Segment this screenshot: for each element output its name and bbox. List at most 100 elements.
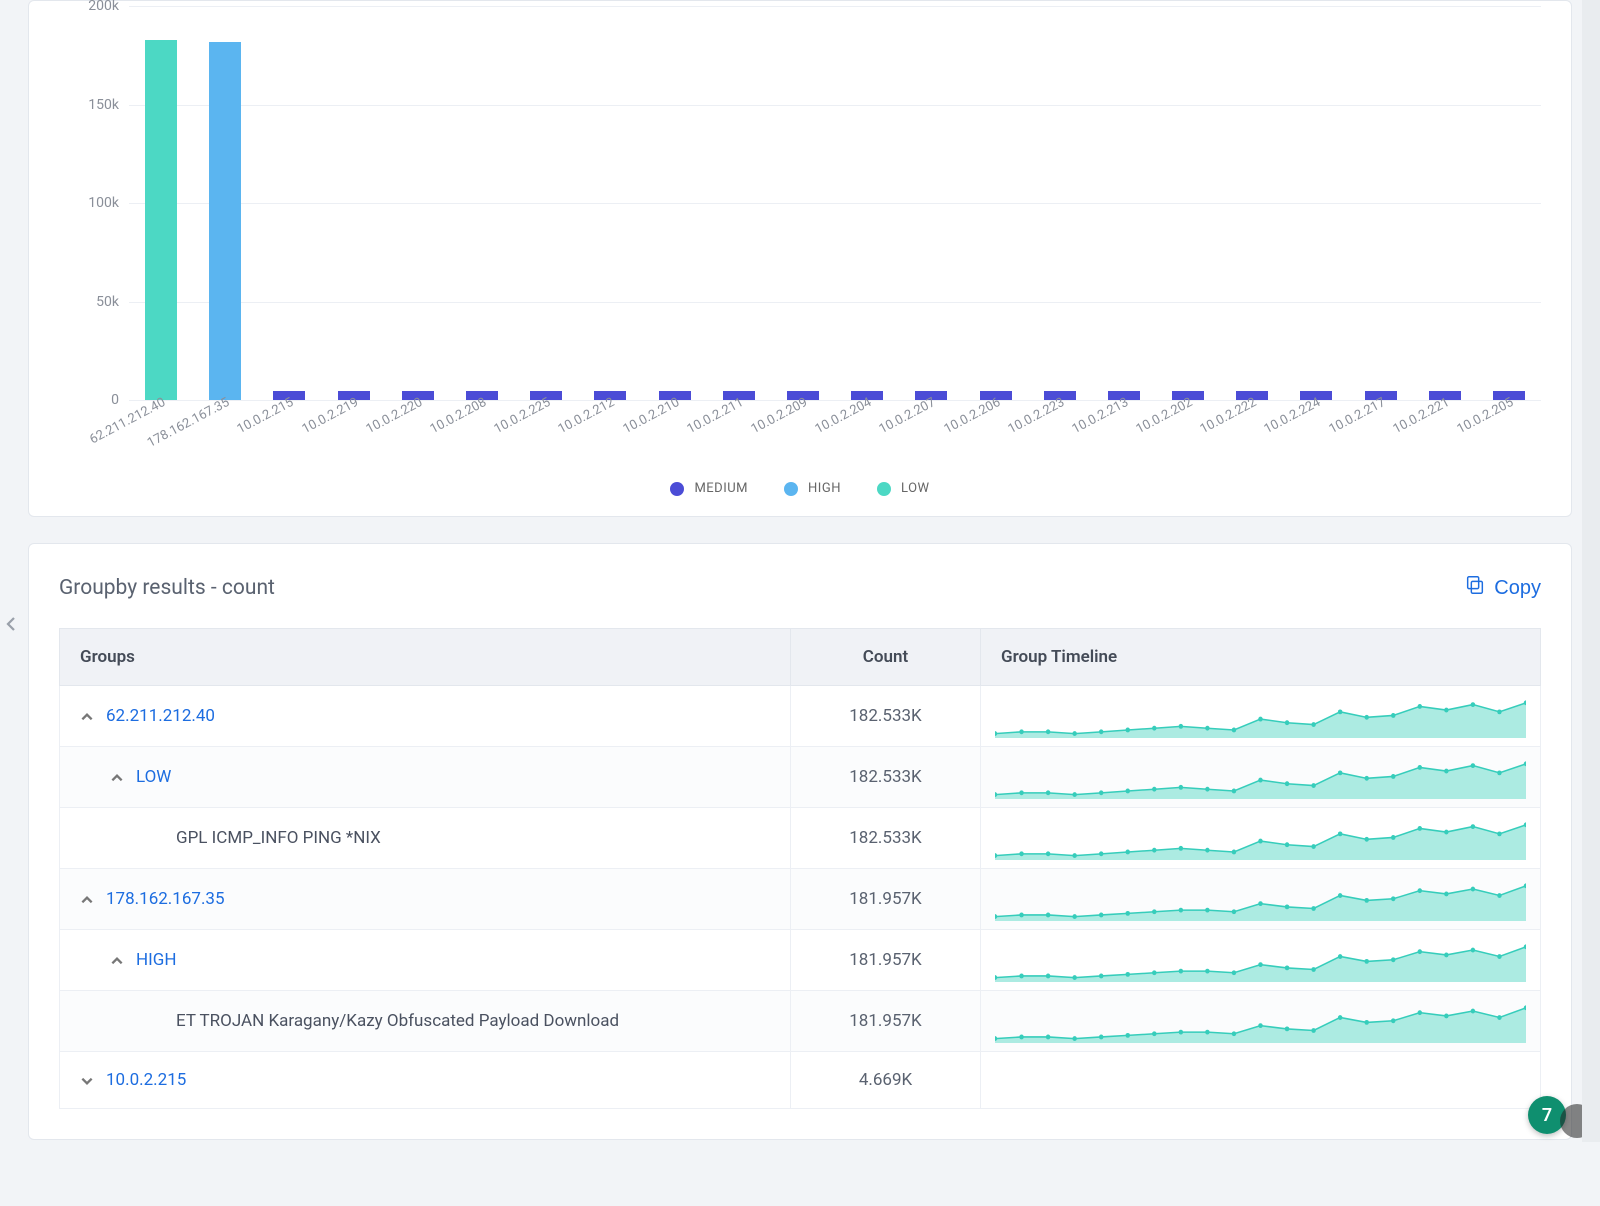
groupby-title: Groupby results - count	[59, 576, 275, 600]
count-cell: 181.957K	[791, 869, 981, 930]
sparkline	[995, 755, 1526, 799]
bar-group[interactable]: 10.0.2.211	[707, 6, 771, 400]
sparkline-cell	[981, 991, 1541, 1052]
bar-group[interactable]: 10.0.2.205	[1477, 6, 1541, 400]
count-cell: 182.533K	[791, 747, 981, 808]
bar-group[interactable]: 10.0.2.202	[1156, 6, 1220, 400]
legend-label: HIGH	[808, 481, 841, 496]
count-cell: 181.957K	[791, 991, 981, 1052]
table-row: LOW 182.533K	[60, 747, 1541, 808]
bar-group[interactable]: 10.0.2.206	[963, 6, 1027, 400]
chevron-down-icon[interactable]	[80, 1073, 94, 1087]
copy-button[interactable]: Copy	[1464, 574, 1541, 602]
x-tick: 10.0.2.222	[1198, 395, 1259, 437]
bar-group[interactable]: 10.0.2.208	[450, 6, 514, 400]
secondary-badge[interactable]	[1560, 1104, 1594, 1138]
bar-group[interactable]: 10.0.2.223	[1028, 6, 1092, 400]
x-tick: 10.0.2.224	[1262, 395, 1323, 437]
y-tick: 200k	[69, 0, 119, 14]
bar-group[interactable]: 10.0.2.221	[1413, 6, 1477, 400]
group-link[interactable]: 178.162.167.35	[106, 889, 225, 909]
bar-chart: 050k100k150k200k62.211.212.40178.162.167…	[29, 1, 1571, 431]
sparkline	[995, 938, 1526, 982]
bar-group[interactable]: 10.0.2.217	[1349, 6, 1413, 400]
table-row: 10.0.2.215 4.669K	[60, 1052, 1541, 1109]
sparkline	[995, 999, 1526, 1043]
group-link[interactable]: HIGH	[136, 950, 176, 970]
bar-group[interactable]: 178.162.167.35	[193, 6, 257, 400]
count-cell: 4.669K	[791, 1052, 981, 1109]
y-tick: 0	[69, 392, 119, 408]
copy-label: Copy	[1494, 577, 1541, 600]
bar-group[interactable]: 10.0.2.207	[899, 6, 963, 400]
x-tick: 10.0.2.210	[620, 395, 681, 437]
table-row: GPL ICMP_INFO PING *NIX 182.533K	[60, 808, 1541, 869]
legend-swatch	[670, 482, 684, 496]
chevron-up-icon[interactable]	[80, 892, 94, 906]
bar-group[interactable]: 10.0.2.215	[257, 6, 321, 400]
group-link[interactable]: 62.211.212.40	[106, 706, 215, 726]
bar-group[interactable]: 10.0.2.220	[386, 6, 450, 400]
legend-swatch	[784, 482, 798, 496]
sparkline-cell	[981, 930, 1541, 991]
sparkline-cell	[981, 747, 1541, 808]
copy-icon	[1464, 574, 1486, 602]
sparkline	[995, 877, 1526, 921]
bar-group[interactable]: 10.0.2.219	[322, 6, 386, 400]
bar-group[interactable]: 10.0.2.212	[578, 6, 642, 400]
bar[interactable]	[145, 40, 177, 400]
legend-item-low[interactable]: LOW	[877, 481, 930, 496]
legend-label: MEDIUM	[694, 481, 748, 496]
legend-item-medium[interactable]: MEDIUM	[670, 481, 748, 496]
panel-collapse-handle[interactable]	[2, 610, 20, 638]
chart-card: 050k100k150k200k62.211.212.40178.162.167…	[28, 0, 1572, 517]
x-tick: 10.0.2.202	[1134, 395, 1195, 437]
x-tick: 10.0.2.204	[813, 395, 874, 437]
group-link[interactable]: 10.0.2.215	[106, 1070, 186, 1090]
bar-group[interactable]: 10.0.2.209	[771, 6, 835, 400]
sparkline-cell	[981, 808, 1541, 869]
x-tick: 10.0.2.223	[1005, 395, 1066, 437]
x-tick: 10.0.2.219	[299, 395, 360, 437]
x-tick: 10.0.2.213	[1070, 395, 1131, 437]
bar-group[interactable]: 10.0.2.204	[835, 6, 899, 400]
table-row: 62.211.212.40 182.533K	[60, 686, 1541, 747]
bar-group[interactable]: 62.211.212.40	[129, 6, 193, 400]
bar[interactable]	[209, 42, 241, 400]
col-groups[interactable]: Groups	[60, 629, 791, 686]
bar-group[interactable]: 10.0.2.224	[1284, 6, 1348, 400]
legend-label: LOW	[901, 481, 930, 496]
count-cell: 182.533K	[791, 686, 981, 747]
legend-item-high[interactable]: HIGH	[784, 481, 841, 496]
y-tick: 150k	[69, 97, 119, 113]
chevron-up-icon[interactable]	[110, 953, 124, 967]
col-timeline[interactable]: Group Timeline	[981, 629, 1541, 686]
bar-group[interactable]: 10.0.2.225	[514, 6, 578, 400]
count-cell: 182.533K	[791, 808, 981, 869]
bar-group[interactable]: 10.0.2.210	[643, 6, 707, 400]
table-row: HIGH181.957K	[60, 930, 1541, 991]
groupby-card: Groupby results - count Copy Groups Coun…	[28, 543, 1572, 1140]
table-row: 178.162.167.35 181.957K	[60, 869, 1541, 930]
sparkline	[995, 694, 1526, 738]
x-tick: 10.0.2.211	[685, 395, 746, 437]
x-tick: 10.0.2.217	[1326, 395, 1387, 437]
chevron-up-icon[interactable]	[80, 709, 94, 723]
group-label: GPL ICMP_INFO PING *NIX	[176, 828, 381, 848]
sparkline	[995, 816, 1526, 860]
bar-group[interactable]: 10.0.2.213	[1092, 6, 1156, 400]
group-link[interactable]: LOW	[136, 767, 171, 787]
x-tick: 10.0.2.212	[556, 395, 617, 437]
col-count[interactable]: Count	[791, 629, 981, 686]
sparkline-cell	[981, 869, 1541, 930]
x-tick: 10.0.2.225	[492, 395, 553, 437]
chart-legend: MEDIUM HIGH LOW	[29, 481, 1571, 496]
y-tick: 100k	[69, 195, 119, 211]
bar-group[interactable]: 10.0.2.222	[1220, 6, 1284, 400]
x-tick: 10.0.2.221	[1391, 395, 1452, 437]
x-tick: 10.0.2.208	[428, 395, 489, 437]
x-tick: 10.0.2.207	[877, 395, 938, 437]
chevron-up-icon[interactable]	[110, 770, 124, 784]
x-tick: 10.0.2.215	[235, 395, 296, 437]
sparkline-cell	[981, 686, 1541, 747]
